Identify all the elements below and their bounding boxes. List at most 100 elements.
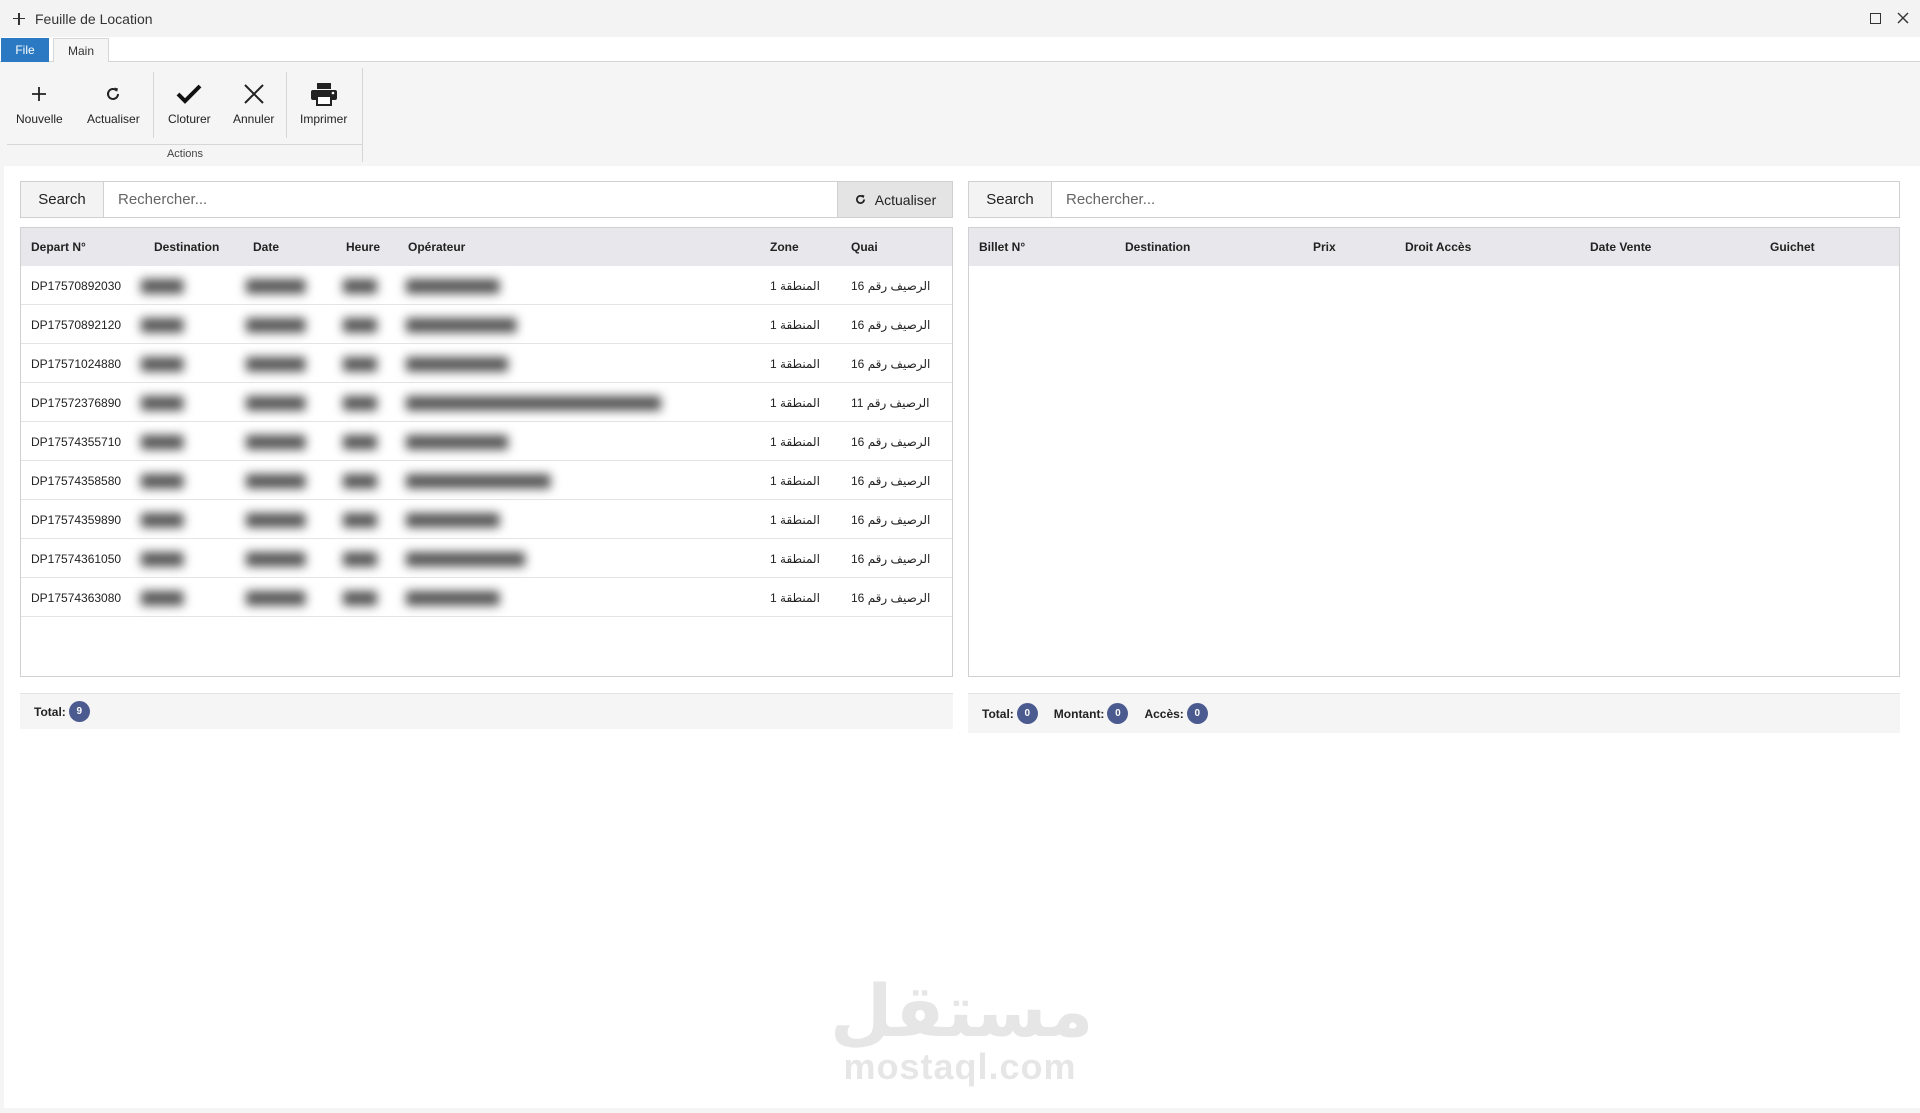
- window-border: [0, 166, 4, 1113]
- imprimer-button[interactable]: Imprimer: [300, 80, 347, 136]
- column-header-billet[interactable]: Billet N°: [979, 228, 1025, 266]
- cloturer-button[interactable]: Cloturer: [168, 80, 211, 136]
- ribbon: Nouvelle Actualiser Cloturer Annuler Imp…: [0, 62, 1920, 166]
- column-header-destination[interactable]: Destination: [154, 228, 219, 266]
- column-header-depart[interactable]: Depart N°: [31, 228, 86, 266]
- nouvelle-button[interactable]: Nouvelle: [16, 80, 63, 136]
- table-body: DP17570892030 █████ ███████ ████ ███████████…: [21, 266, 952, 617]
- total-badge: 9: [68, 701, 90, 722]
- watermark: مستقل mostaql.com: [830, 969, 1094, 1095]
- table-row[interactable]: DP17572376890 █████ ███████ ████ ███████████…: [21, 383, 952, 422]
- actualiser-label: Actualiser: [87, 112, 140, 126]
- cell-destination: █████: [141, 434, 184, 449]
- column-header-zone[interactable]: Zone: [770, 228, 799, 266]
- cloturer-label: Cloturer: [168, 112, 211, 126]
- tab-file[interactable]: File: [1, 38, 49, 62]
- cell-zone: المنطقة 1: [770, 317, 820, 332]
- cell-depart: DP17574358580: [31, 473, 122, 488]
- cell-destination: █████: [141, 356, 184, 371]
- departures-search-bar: Search Actualiser: [20, 181, 953, 218]
- plus-icon: [12, 12, 26, 26]
- tickets-panel: Search Billet N° Destination Prix Droit …: [968, 181, 1900, 733]
- column-header-droit-acces[interactable]: Droit Accès: [1405, 228, 1471, 266]
- tickets-search-input[interactable]: [1052, 182, 1899, 217]
- column-header-quai[interactable]: Quai: [851, 228, 878, 266]
- total-label: Total:: [34, 704, 66, 719]
- cell-heure: ████: [343, 590, 378, 605]
- cell-operateur: ███████████: [406, 512, 500, 527]
- cell-destination: █████: [141, 512, 184, 527]
- acces-summary: Accès: 0: [1144, 703, 1208, 724]
- cell-date: ███████: [246, 473, 306, 488]
- cell-quai: الرصيف رقم 16: [851, 356, 931, 371]
- close-icon: [239, 80, 269, 108]
- cell-zone: المنطقة 1: [770, 434, 820, 449]
- cell-date: ███████: [246, 434, 306, 449]
- cell-date: ███████: [246, 278, 306, 293]
- annuler-button[interactable]: Annuler: [233, 80, 274, 136]
- watermark-arabic: مستقل: [830, 969, 1094, 1053]
- departures-footer: Total: 9: [20, 693, 953, 729]
- table-row[interactable]: DP17574363080 █████ ███████ ████ ███████████…: [21, 578, 952, 617]
- annuler-label: Annuler: [233, 112, 275, 126]
- cell-heure: ████: [343, 434, 378, 449]
- search-label: Search: [21, 182, 104, 217]
- table-row[interactable]: DP17574358580 █████ ███████ ████ ███████████…: [21, 461, 952, 500]
- cell-heure: ████: [343, 278, 378, 293]
- montant-badge: 0: [1107, 703, 1129, 724]
- table-row[interactable]: DP17570892120 █████ ███████ ████ ███████████…: [21, 305, 952, 344]
- title-bar: Feuille de Location: [0, 0, 1920, 37]
- departures-search-input[interactable]: [104, 182, 837, 217]
- table-row[interactable]: DP17574361050 █████ ███████ ████ ███████████…: [21, 539, 952, 578]
- cell-depart: DP17574361050: [31, 551, 122, 566]
- cell-destination: █████: [141, 278, 184, 293]
- departures-refresh-button[interactable]: Actualiser: [837, 182, 952, 217]
- table-header: Depart N° Destination Date Heure Opérate…: [21, 228, 952, 266]
- maximize-button[interactable]: [1866, 9, 1884, 27]
- close-button[interactable]: [1894, 9, 1912, 27]
- window-title: Feuille de Location: [35, 10, 153, 27]
- printer-icon: [309, 80, 339, 108]
- column-header-guichet[interactable]: Guichet: [1770, 228, 1815, 266]
- check-icon: [174, 80, 204, 108]
- cell-zone: المنطقة 1: [770, 395, 820, 410]
- ribbon-separator: [286, 72, 287, 138]
- cell-quai: الرصيف رقم 16: [851, 551, 931, 566]
- acces-badge: 0: [1186, 703, 1208, 724]
- table-row[interactable]: DP17571024880 █████ ███████ ████ ███████████…: [21, 344, 952, 383]
- table-row[interactable]: DP17570892030 █████ ███████ ████ ███████████…: [21, 266, 952, 305]
- column-header-operateur[interactable]: Opérateur: [408, 228, 465, 266]
- cell-destination: █████: [141, 473, 184, 488]
- cell-operateur: ██████████████: [406, 551, 526, 566]
- cell-quai: الرصيف رقم 16: [851, 473, 931, 488]
- table-row[interactable]: DP17574359890 █████ ███████ ████ ███████████…: [21, 500, 952, 539]
- cell-quai: الرصيف رقم 16: [851, 317, 931, 332]
- cell-depart: DP17571024880: [31, 356, 122, 371]
- column-header-heure[interactable]: Heure: [346, 228, 380, 266]
- column-header-date-vente[interactable]: Date Vente: [1590, 228, 1651, 266]
- cell-destination: █████: [141, 395, 184, 410]
- total-badge: 0: [1016, 703, 1038, 724]
- total-label: Total:: [982, 706, 1014, 721]
- table-header: Billet N° Destination Prix Droit Accès D…: [969, 228, 1899, 266]
- window-border: [0, 1108, 1920, 1113]
- cell-zone: المنطقة 1: [770, 551, 820, 566]
- cell-destination: █████: [141, 590, 184, 605]
- column-header-date[interactable]: Date: [253, 228, 279, 266]
- column-header-prix[interactable]: Prix: [1313, 228, 1336, 266]
- cell-operateur: ███████████: [406, 590, 500, 605]
- ribbon-group-actions: Nouvelle Actualiser Cloturer Annuler Imp…: [7, 68, 363, 162]
- cell-heure: ████: [343, 512, 378, 527]
- refresh-icon: [854, 193, 867, 206]
- tickets-footer: Total: 0 Montant: 0 Accès: 0: [968, 693, 1900, 733]
- tickets-search-bar: Search: [968, 181, 1900, 218]
- window-controls: [1866, 9, 1912, 27]
- tab-main[interactable]: Main: [53, 38, 109, 63]
- cell-zone: المنطقة 1: [770, 512, 820, 527]
- table-row[interactable]: DP17574355710 █████ ███████ ████ ███████████…: [21, 422, 952, 461]
- refresh-label: Actualiser: [874, 191, 937, 208]
- actualiser-button[interactable]: Actualiser: [87, 80, 140, 136]
- cell-date: ███████: [246, 512, 306, 527]
- column-header-destination[interactable]: Destination: [1125, 228, 1190, 266]
- acces-label: Accès:: [1144, 706, 1184, 721]
